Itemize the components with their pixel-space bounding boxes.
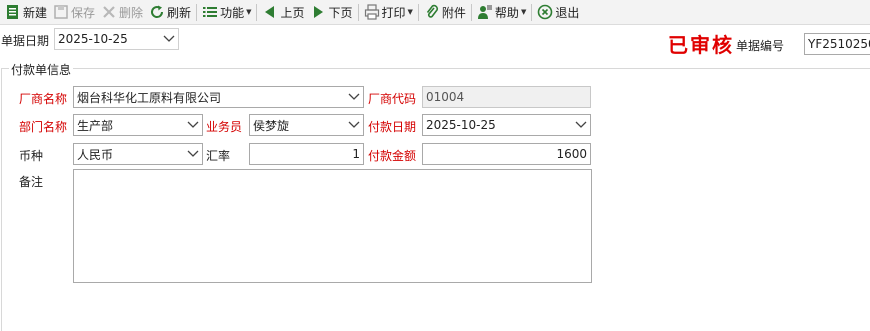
doc-number-label: 单据编号 <box>736 39 785 53</box>
refresh-button-label: 刷新 <box>167 5 192 20</box>
doc-date-label: 单据日期 <box>1 34 50 48</box>
new-button[interactable]: 新建 <box>2 1 50 23</box>
caret-down-icon: ▼ <box>246 8 252 16</box>
doc-date-picker[interactable]: 2025-10-25 <box>54 28 179 50</box>
toolbar-separator <box>357 3 359 21</box>
save-icon <box>53 4 69 20</box>
payment-amount-field[interactable]: 1600 <box>422 143 591 165</box>
arrow-right-icon <box>310 4 326 20</box>
payment-date-value: 2025-10-25 <box>426 118 496 132</box>
payment-amount-label: 付款金额 <box>368 149 417 163</box>
currency-label: 币种 <box>19 149 44 163</box>
department-value: 生产部 <box>77 118 114 133</box>
chevron-down-icon <box>572 115 590 135</box>
exit-button-label: 退出 <box>555 5 580 20</box>
salesperson-value: 侯梦旋 <box>253 118 290 133</box>
department-select[interactable]: 生产部 <box>73 114 203 136</box>
next-page-label: 下页 <box>328 5 353 20</box>
help-menu-label: 帮助 <box>494 5 519 20</box>
toolbar: 新建 保存 删除 刷新 功能 ▼ 上页 下页 打印 ▼ 附件 帮助 ▼ 退出 <box>0 0 870 25</box>
salesperson-select[interactable]: 侯梦旋 <box>249 114 364 136</box>
approved-stamp: 已审核 <box>668 33 734 57</box>
refresh-button[interactable]: 刷新 <box>146 1 194 23</box>
vendor-name-select[interactable]: 烟台科华化工原料有限公司 <box>73 86 364 108</box>
paperclip-icon <box>424 4 440 20</box>
attachment-button-label: 附件 <box>441 5 466 20</box>
save-button[interactable]: 保存 <box>50 1 98 23</box>
delete-x-icon <box>101 4 117 20</box>
toolbar-separator <box>470 3 472 21</box>
help-menu-button[interactable]: 帮助 ▼ <box>474 1 529 23</box>
exit-button[interactable]: 退出 <box>534 1 582 23</box>
arrow-left-icon <box>262 4 278 20</box>
currency-value: 人民币 <box>77 147 114 162</box>
chevron-down-icon <box>160 29 178 49</box>
save-button-label: 保存 <box>71 5 96 20</box>
help-user-icon <box>477 4 493 20</box>
print-button[interactable]: 打印 ▼ <box>361 1 416 23</box>
caret-down-icon: ▼ <box>520 8 527 16</box>
toolbar-separator <box>196 3 198 21</box>
exchange-rate-label: 汇率 <box>206 149 231 163</box>
refresh-icon <box>149 4 165 20</box>
delete-button[interactable]: 删除 <box>98 1 146 23</box>
exchange-rate-value: 1 <box>352 147 360 161</box>
chevron-down-icon <box>184 115 202 135</box>
doc-number-field[interactable]: YF2510250 <box>804 33 870 55</box>
salesperson-label: 业务员 <box>206 120 243 134</box>
attachment-button[interactable]: 附件 <box>421 1 469 23</box>
memo-label: 备注 <box>19 175 44 189</box>
payment-amount-value: 1600 <box>556 147 587 161</box>
prev-page-label: 上页 <box>280 5 305 20</box>
chevron-down-icon <box>184 144 202 164</box>
next-page-button[interactable]: 下页 <box>307 1 355 23</box>
exit-circle-x-icon <box>537 4 553 20</box>
payment-date-picker[interactable]: 2025-10-25 <box>422 114 591 136</box>
doc-date-value: 2025-10-25 <box>58 32 128 46</box>
department-label: 部门名称 <box>19 120 68 134</box>
print-button-label: 打印 <box>381 5 406 20</box>
function-menu-button[interactable]: 功能 ▼ <box>199 1 254 23</box>
chevron-down-icon <box>345 87 363 107</box>
printer-icon <box>364 4 380 20</box>
toolbar-separator <box>417 3 419 21</box>
function-menu-label: 功能 <box>220 5 245 20</box>
new-document-icon <box>5 4 21 20</box>
vendor-code-field: 01004 <box>422 86 591 108</box>
vendor-code-value: 01004 <box>426 90 465 104</box>
chevron-down-icon <box>345 115 363 135</box>
delete-button-label: 删除 <box>119 5 144 20</box>
caret-down-icon: ▼ <box>407 8 413 16</box>
doc-number-value: YF2510250 <box>808 37 870 51</box>
vendor-name-label: 厂商名称 <box>19 92 68 106</box>
payment-date-label: 付款日期 <box>368 120 417 134</box>
memo-textarea[interactable] <box>73 169 592 283</box>
currency-select[interactable]: 人民币 <box>73 143 203 165</box>
exchange-rate-field[interactable]: 1 <box>249 143 364 165</box>
vendor-code-label: 厂商代码 <box>368 92 417 106</box>
toolbar-separator <box>531 3 533 21</box>
list-icon <box>202 4 218 20</box>
prev-page-button[interactable]: 上页 <box>259 1 307 23</box>
toolbar-separator <box>256 3 258 21</box>
new-button-label: 新建 <box>23 5 48 20</box>
group-title: 付款单信息 <box>9 61 74 78</box>
vendor-name-value: 烟台科华化工原料有限公司 <box>77 90 222 105</box>
